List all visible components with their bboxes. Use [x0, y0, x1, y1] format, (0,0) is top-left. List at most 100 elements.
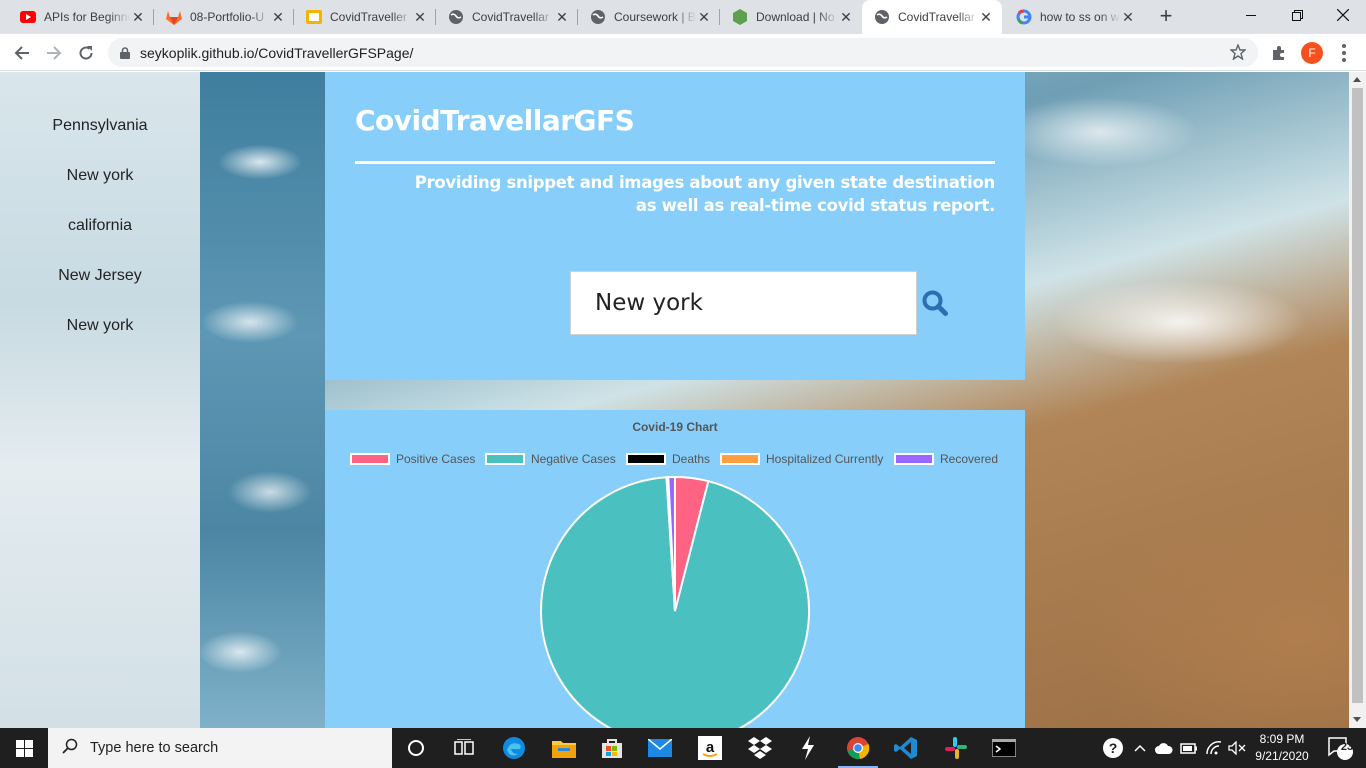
legend-positive-cases[interactable]: Positive Cases	[350, 452, 475, 466]
browser-tab[interactable]: Coursework | B ✕	[578, 0, 720, 34]
onedrive-icon[interactable]	[1153, 728, 1175, 768]
help-icon[interactable]: ?	[1100, 728, 1126, 768]
close-icon[interactable]: ✕	[696, 9, 712, 26]
store-icon[interactable]	[588, 728, 636, 768]
browser-tab[interactable]: how to ss on w ✕	[1004, 0, 1144, 34]
legend-negative-cases[interactable]: Negative Cases	[485, 452, 616, 466]
legend-label: Recovered	[940, 452, 999, 466]
wifi-icon[interactable]	[1203, 728, 1225, 768]
notification-center-icon[interactable]: 23	[1320, 728, 1360, 768]
state-search-input[interactable]	[570, 271, 917, 335]
gitlab-icon	[166, 9, 182, 25]
title-divider	[355, 161, 995, 164]
close-icon[interactable]: ✕	[412, 9, 428, 26]
legend-swatch	[720, 453, 760, 465]
clock-date: 9/21/2020	[1255, 749, 1309, 763]
dropbox-icon[interactable]	[736, 728, 784, 768]
tab-title: Coursework | B	[614, 10, 696, 24]
browser-tab[interactable]: CovidTravellar ✕	[436, 0, 578, 34]
minimize-icon[interactable]	[1228, 0, 1274, 30]
legend-label: Hospitalized Currently	[766, 452, 884, 466]
reload-icon[interactable]	[72, 39, 100, 67]
close-icon[interactable]: ✕	[978, 9, 994, 26]
legend-recovered[interactable]: Recovered	[894, 452, 998, 466]
window-close-icon[interactable]	[1320, 0, 1366, 30]
lock-icon	[120, 46, 130, 59]
task-view-icon[interactable]	[440, 728, 488, 768]
page-scrollbar[interactable]	[1349, 72, 1366, 728]
taskbar-search-placeholder: Type here to search	[90, 740, 219, 756]
bookmark-star-icon[interactable]	[1229, 43, 1247, 63]
scroll-up-icon[interactable]	[1353, 77, 1361, 82]
tagline-line-1: Providing snippet and images about any g…	[414, 173, 996, 192]
scrollbar-thumb[interactable]	[1352, 88, 1363, 703]
legend-swatch	[894, 453, 934, 465]
browser-tab[interactable]: CovidTraveller ✕	[294, 0, 436, 34]
tagline-line-2: as well as real-time covid status report…	[635, 196, 995, 215]
forward-icon[interactable]	[40, 39, 68, 67]
scroll-down-icon[interactable]	[1353, 717, 1361, 722]
browser-tab[interactable]: Download | No ✕	[720, 0, 862, 34]
search-icon[interactable]	[922, 290, 950, 318]
browser-toolbar: seykoplik.github.io/CovidTravellerGFSPag…	[0, 34, 1366, 71]
legend-deaths[interactable]: Deaths	[626, 452, 710, 466]
amazon-icon[interactable]: a	[686, 728, 734, 768]
restore-icon[interactable]	[1274, 0, 1320, 30]
svg-text:?: ?	[1109, 740, 1118, 756]
tagline: Providing snippet and images about any g…	[355, 171, 996, 217]
terminal-icon[interactable]	[980, 728, 1028, 768]
mail-icon[interactable]	[636, 728, 684, 768]
close-icon[interactable]: ✕	[1120, 9, 1136, 26]
covid-pie-chart[interactable]	[538, 474, 812, 728]
tab-title: APIs for Beginners	[44, 10, 130, 24]
sidebar-item-new-york[interactable]: New york	[0, 167, 200, 185]
battery-icon[interactable]	[1178, 728, 1200, 768]
page-title: CovidTravellarGFS	[355, 104, 635, 137]
slack-icon[interactable]	[932, 728, 980, 768]
edge-icon[interactable]	[490, 728, 538, 768]
sidebar-item-new-jersey[interactable]: New Jersey	[0, 267, 200, 285]
git-bash-icon[interactable]	[784, 728, 832, 768]
tab-title: how to ss on w	[1040, 10, 1120, 24]
clock-time: 8:09 PM	[1259, 732, 1305, 746]
cortana-icon[interactable]	[392, 728, 440, 768]
close-icon[interactable]: ✕	[838, 9, 854, 26]
globe-icon	[448, 9, 464, 25]
close-icon[interactable]: ✕	[270, 9, 286, 26]
address-bar[interactable]: seykoplik.github.io/CovidTravellerGFSPag…	[108, 38, 1258, 67]
chevron-up-icon[interactable]	[1130, 728, 1150, 768]
globe-icon	[590, 9, 606, 25]
system-clock[interactable]: 8:09 PM 9/21/2020	[1242, 731, 1322, 765]
legend-label: Positive Cases	[396, 452, 476, 466]
url-text: seykoplik.github.io/CovidTravellerGFSPag…	[140, 44, 414, 61]
browser-tab[interactable]: APIs for Beginners ✕	[8, 0, 154, 34]
tab-title: CovidTraveller	[330, 10, 407, 24]
notification-count: 23	[1340, 741, 1354, 753]
tab-title: Download | No	[756, 10, 835, 24]
close-icon[interactable]: ✕	[130, 9, 146, 26]
globe-icon	[874, 9, 890, 25]
close-icon[interactable]: ✕	[554, 9, 570, 26]
sidebar-item-california[interactable]: california	[0, 217, 200, 235]
youtube-icon	[20, 9, 36, 25]
taskbar-search-box[interactable]: Type here to search	[48, 728, 392, 768]
file-explorer-icon[interactable]	[540, 728, 588, 768]
menu-kebab-icon[interactable]	[1334, 42, 1354, 64]
tab-title: CovidTravellar	[472, 10, 549, 24]
profile-avatar[interactable]: F	[1301, 42, 1323, 64]
sidebar-item-pennsylvania[interactable]: Pennsylvania	[0, 117, 200, 135]
search-icon	[62, 738, 78, 758]
sidebar-item-new-york-2[interactable]: New york	[0, 317, 200, 335]
new-tab-button[interactable]: +	[1154, 5, 1178, 29]
legend-label: Deaths	[672, 452, 711, 466]
extensions-puzzle-icon[interactable]	[1268, 42, 1290, 64]
legend-hospitalized-currently[interactable]: Hospitalized Currently	[720, 452, 883, 466]
back-icon[interactable]	[8, 39, 36, 67]
windows-start-icon[interactable]	[0, 728, 48, 768]
legend-swatch	[485, 453, 525, 465]
browser-tab[interactable]: 08-Portfolio-U ✕	[154, 0, 294, 34]
chrome-icon[interactable]	[834, 728, 882, 768]
vscode-icon[interactable]	[882, 728, 930, 768]
header-panel: CovidTravellarGFS Providing snippet and …	[325, 72, 1025, 380]
browser-tab-active[interactable]: CovidTravellar ✕	[862, 0, 1002, 34]
